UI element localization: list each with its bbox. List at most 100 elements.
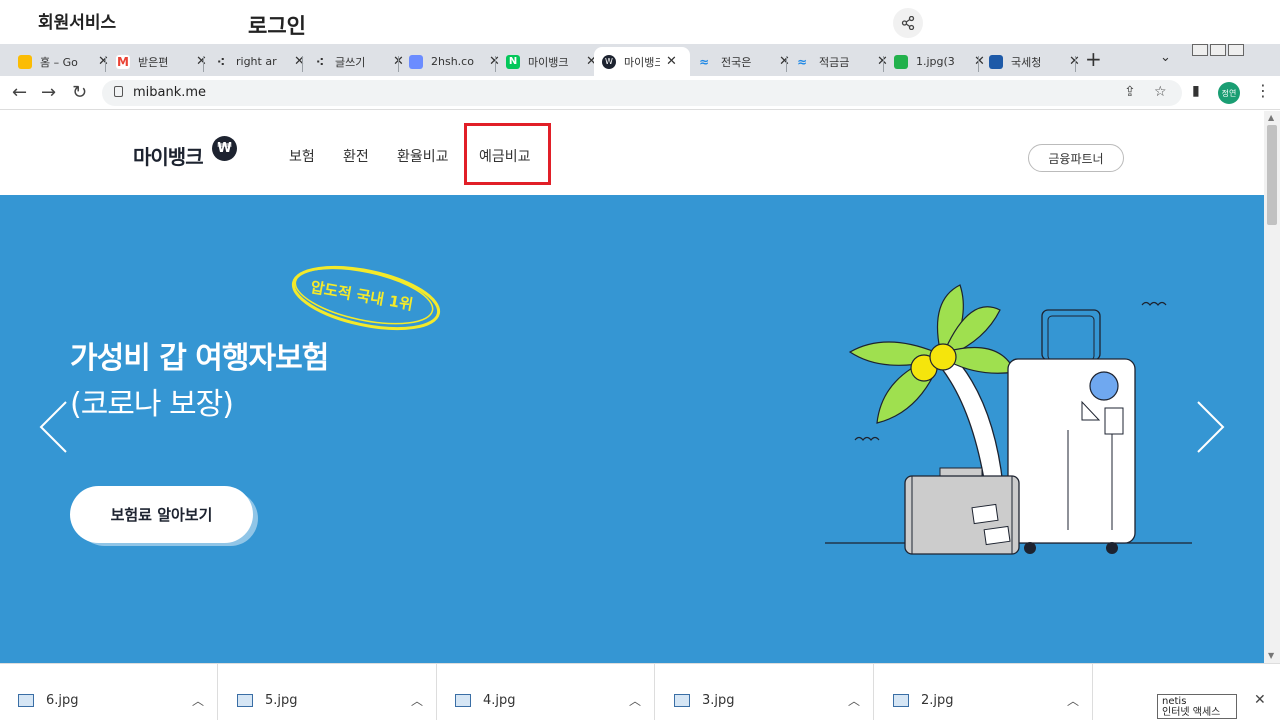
new-tab-button[interactable]: + bbox=[1085, 47, 1102, 71]
window-controls bbox=[1192, 44, 1244, 56]
tab-3[interactable]: ⁖ 글쓰기 ✕ bbox=[305, 47, 412, 76]
insurance-quote-button[interactable]: 보험료 알아보기 bbox=[70, 486, 253, 543]
naver-icon: N bbox=[506, 54, 520, 69]
doc-icon bbox=[409, 54, 423, 69]
nav-rate-compare[interactable]: 환율비교 bbox=[397, 146, 449, 166]
image-file-icon bbox=[893, 694, 909, 707]
chevron-up-icon[interactable]: ︿ bbox=[192, 692, 204, 709]
close-window-button[interactable] bbox=[1228, 44, 1244, 56]
tab-4[interactable]: 2hsh.co ✕ bbox=[401, 47, 508, 76]
rank-badge: 압도적 국내 1위 bbox=[288, 263, 444, 333]
finance-partner-button[interactable]: 금융파트너 bbox=[1028, 144, 1124, 172]
share-icon bbox=[901, 16, 915, 30]
side-panel-icon[interactable]: ▮ bbox=[1192, 83, 1200, 99]
image-file-icon bbox=[18, 694, 34, 707]
download-filename: 3.jpg bbox=[702, 693, 735, 708]
tab-label: 홈 – Go bbox=[40, 55, 78, 69]
back-arrow-icon[interactable]: ← bbox=[12, 82, 27, 103]
lock-icon bbox=[114, 86, 123, 97]
hero-banner: 압도적 국내 1위 가성비 갑 여행자보험 (코로나 보장) 보험료 알아보기 bbox=[0, 195, 1264, 663]
close-tab-icon[interactable]: ✕ bbox=[294, 54, 305, 69]
chevron-up-icon[interactable]: ︿ bbox=[1067, 692, 1079, 709]
more-menu-icon[interactable]: ⋮ bbox=[1255, 81, 1271, 100]
won-logo-icon: ₩ bbox=[212, 136, 237, 161]
login-label[interactable]: 로그인 bbox=[248, 10, 306, 40]
downloads-shelf: 6.jpg ︿ 5.jpg ︿ 4.jpg ︿ 3.jpg ︿ 2.jpg ︿ bbox=[0, 663, 1280, 720]
tab-label: 받은편 bbox=[138, 55, 169, 69]
download-filename: 5.jpg bbox=[265, 693, 298, 708]
nts-icon bbox=[989, 54, 1003, 69]
image-file-icon bbox=[674, 694, 690, 707]
forward-arrow-icon[interactable]: → bbox=[41, 82, 56, 103]
close-downloads-icon[interactable]: ✕ bbox=[1254, 692, 1266, 708]
profile-avatar[interactable]: 정연 bbox=[1218, 82, 1240, 104]
share-page-icon[interactable]: ⇪ bbox=[1124, 84, 1136, 100]
tab-2[interactable]: ⁖ right ar ✕ bbox=[206, 47, 313, 76]
address-input[interactable]: mibank.me ⇪ ☆ bbox=[102, 80, 1182, 106]
tab-5[interactable]: N 마이뱅크 ✕ bbox=[498, 47, 605, 76]
address-bar-row: ← → ↻ mibank.me ⇪ ☆ ▮ 정연 ⋮ bbox=[0, 76, 1280, 110]
download-filename: 2.jpg bbox=[921, 693, 954, 708]
scroll-up-arrow-icon[interactable]: ▲ bbox=[1268, 113, 1274, 122]
webpage: 마이뱅크 ₩ 보험 환전 환율비교 예금비교 금융파트너 압도적 국내 1위 가… bbox=[0, 111, 1264, 663]
palm-luggage-illustration bbox=[825, 284, 1192, 555]
tistory-icon: ⁖ bbox=[216, 54, 226, 69]
tab-label: 적금금 bbox=[819, 55, 850, 69]
prev-slide-chevron-icon[interactable] bbox=[38, 400, 68, 458]
tab-label: right ar bbox=[236, 55, 277, 68]
chevron-up-icon[interactable]: ︿ bbox=[629, 692, 641, 709]
page-scrollbar[interactable]: ▲ ▼ bbox=[1264, 111, 1280, 663]
tab-label: 국세청 bbox=[1011, 55, 1042, 69]
nav-insurance[interactable]: 보험 bbox=[289, 146, 315, 166]
tab-label: 2hsh.co bbox=[431, 55, 474, 68]
restore-button[interactable] bbox=[1210, 44, 1226, 56]
scroll-down-arrow-icon[interactable]: ▼ bbox=[1268, 651, 1274, 660]
next-slide-chevron-icon[interactable] bbox=[1196, 400, 1226, 458]
download-filename: 6.jpg bbox=[46, 693, 79, 708]
tab-label: 1.jpg(3 bbox=[916, 55, 955, 68]
tab-search-chevron-icon[interactable]: ⌄ bbox=[1160, 50, 1171, 65]
close-tab-icon[interactable]: ✕ bbox=[666, 54, 677, 69]
member-service-label[interactable]: 회원서비스 bbox=[38, 8, 116, 33]
reload-icon[interactable]: ↻ bbox=[72, 82, 87, 103]
image-icon bbox=[894, 54, 908, 69]
url-text: mibank.me bbox=[133, 85, 207, 100]
tooltip-line-1: netis bbox=[1162, 696, 1187, 707]
site-logo[interactable]: 마이뱅크 bbox=[133, 141, 204, 170]
tab-label: 글쓰기 bbox=[335, 55, 366, 69]
hero-title: 가성비 갑 여행자보험 bbox=[70, 341, 329, 376]
tab-1[interactable]: M 받은편 ✕ bbox=[108, 47, 215, 76]
download-item[interactable]: 4.jpg ︿ bbox=[437, 664, 655, 720]
mibank-icon: W bbox=[602, 54, 616, 69]
chevron-up-icon[interactable]: ︿ bbox=[848, 692, 860, 709]
nav-exchange[interactable]: 환전 bbox=[343, 146, 369, 166]
image-file-icon bbox=[237, 694, 253, 707]
google-ads-icon bbox=[18, 54, 32, 69]
download-item[interactable]: 3.jpg ︿ bbox=[656, 664, 874, 720]
tab-8[interactable]: ≈ 적금금 ✕ bbox=[789, 47, 896, 76]
highlight-annotation-box bbox=[464, 123, 551, 185]
tab-10[interactable]: 국세청 ✕ bbox=[981, 47, 1088, 76]
tab-7[interactable]: ≈ 전국은 ✕ bbox=[691, 47, 798, 76]
bank-icon: ≈ bbox=[699, 54, 710, 69]
minimize-button[interactable] bbox=[1192, 44, 1208, 56]
image-file-icon bbox=[455, 694, 471, 707]
tab-label: 전국은 bbox=[721, 55, 752, 69]
scroll-thumb[interactable] bbox=[1267, 125, 1277, 225]
travel-illustration bbox=[820, 280, 1200, 584]
chevron-up-icon[interactable]: ︿ bbox=[411, 692, 423, 709]
tab-0[interactable]: 홈 – Go ✕ bbox=[10, 47, 117, 76]
bank-icon: ≈ bbox=[797, 54, 808, 69]
share-button[interactable] bbox=[893, 8, 923, 38]
tab-label: 마이뱅크 bbox=[528, 55, 569, 69]
site-header: 마이뱅크 ₩ 보험 환전 환율비교 예금비교 금융파트너 bbox=[0, 111, 1264, 195]
download-item[interactable]: 2.jpg ︿ bbox=[875, 664, 1093, 720]
tab-6-active[interactable]: W 마이뱅크 ✕ bbox=[594, 47, 690, 76]
screenshot-overlay: 회원서비스 로그인 bbox=[0, 0, 1280, 44]
gmail-icon: M bbox=[116, 54, 130, 69]
bookmark-star-icon[interactable]: ☆ bbox=[1154, 84, 1167, 100]
tistory-icon: ⁖ bbox=[315, 54, 325, 69]
tab-9[interactable]: 1.jpg(3 ✕ bbox=[886, 47, 993, 76]
download-item[interactable]: 6.jpg ︿ bbox=[0, 664, 218, 720]
download-item[interactable]: 5.jpg ︿ bbox=[219, 664, 437, 720]
